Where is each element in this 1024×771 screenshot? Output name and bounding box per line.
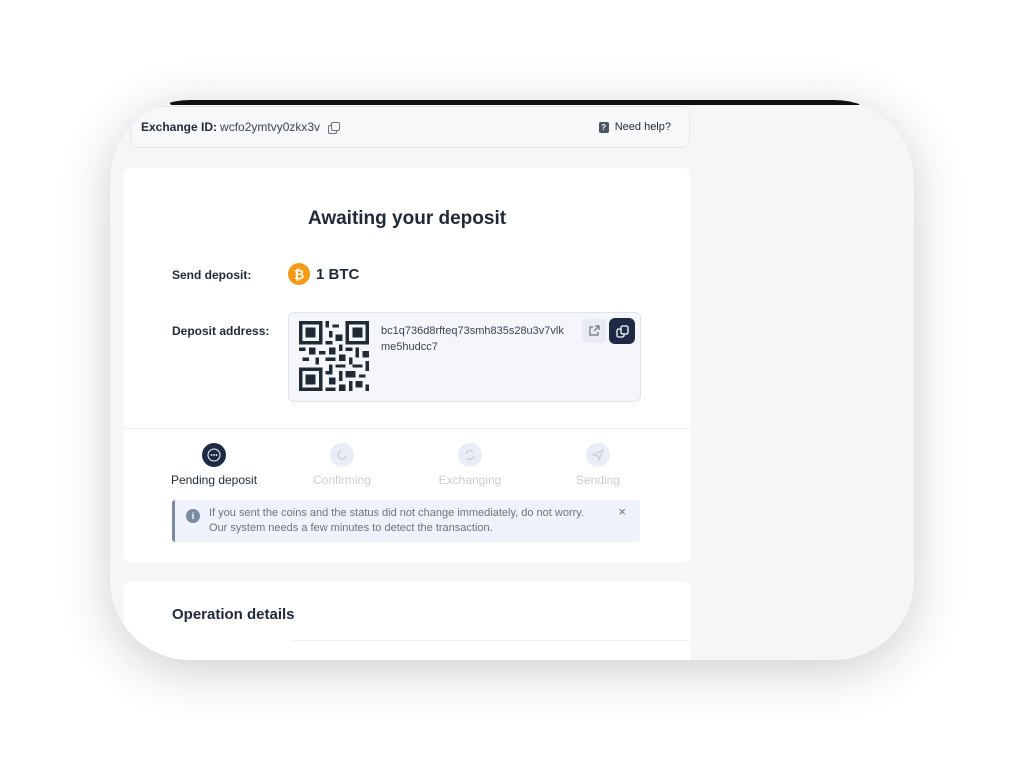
step-exchanging: Exchanging: [410, 443, 530, 487]
info-icon: i: [186, 509, 200, 523]
step-sending: Sending: [538, 443, 658, 487]
bitcoin-icon: ₿: [288, 263, 310, 285]
info-notice: i If you sent the coins and the status d…: [172, 500, 640, 542]
more-dots-icon: [202, 443, 226, 467]
step-pending-deposit: Pending deposit: [154, 443, 274, 487]
swap-icon: [458, 443, 482, 467]
step-label: Confirming: [312, 473, 372, 487]
need-help-label: Need help?: [614, 121, 671, 133]
need-help-link[interactable]: ? Need help?: [598, 121, 671, 133]
external-link-icon: [589, 325, 600, 336]
step-confirming: Confirming: [282, 443, 402, 487]
step-label: Sending: [575, 473, 621, 487]
copy-icon: [615, 324, 629, 338]
open-explorer-button[interactable]: [582, 319, 606, 343]
copy-address-button[interactable]: [609, 318, 635, 344]
exchange-progress: Pending deposit Confirming Exchanging Se…: [124, 428, 690, 498]
exchange-id-value: wcfo2ymtvy0zkx3v: [220, 120, 321, 134]
step-label: Exchanging: [438, 473, 502, 487]
operation-details-card: Operation details: [124, 582, 690, 660]
deposit-address-label: Deposit address:: [172, 324, 270, 338]
amount-value: 1 BTC: [316, 265, 360, 283]
exchange-header: Exchange ID: wcfo2ymtvy0zkx3v ? Need hel…: [130, 106, 690, 148]
top-edge: [170, 100, 860, 105]
exchange-id: Exchange ID: wcfo2ymtvy0zkx3v: [141, 120, 341, 134]
help-book-icon: ?: [598, 121, 609, 133]
divider: [292, 640, 690, 641]
copy-icon[interactable]: [328, 121, 341, 134]
deposit-card: Awaiting your deposit Send deposit: ₿ 1 …: [124, 168, 690, 562]
deposit-address-value: bc1q736d8rfteq73smh835s28u3v7vlkme5hudcc…: [381, 325, 564, 353]
close-notice-button[interactable]: ×: [618, 504, 626, 519]
deposit-amount: ₿ 1 BTC: [288, 263, 359, 285]
operation-details-title: Operation details: [172, 606, 295, 623]
qr-code-icon[interactable]: [299, 321, 369, 391]
page-title: Awaiting your deposit: [307, 208, 507, 229]
app-frame: Exchange ID: wcfo2ymtvy0zkx3v ? Need hel…: [110, 100, 914, 660]
notice-text: If you sent the coins and the status did…: [209, 507, 585, 534]
deposit-address-box: bc1q736d8rfteq73smh835s28u3v7vlkme5hudcc…: [288, 312, 641, 402]
exchange-id-label: Exchange ID:: [141, 120, 218, 134]
send-deposit-label: Send deposit:: [172, 268, 252, 282]
step-label: Pending deposit: [170, 473, 258, 487]
send-arrow-icon: [586, 443, 610, 467]
spinner-icon: [330, 443, 354, 467]
